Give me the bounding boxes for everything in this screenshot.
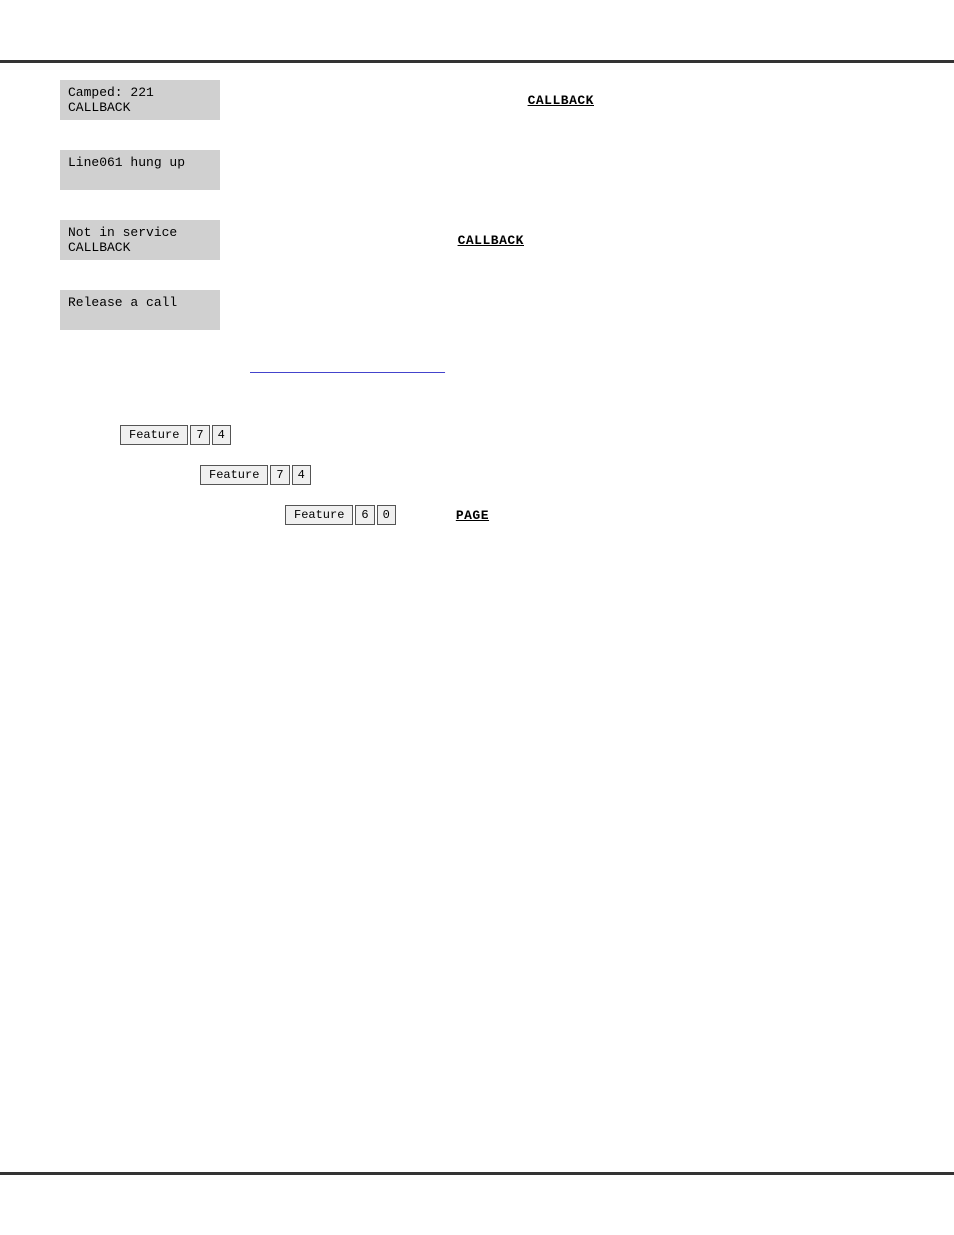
not-in-service-section: Not in service CALLBACK CALLBACK — [0, 220, 954, 260]
page-link[interactable]: PAGE — [456, 508, 489, 523]
feature-row-2-container: Feature 7 4 — [0, 465, 954, 485]
feature-key1-3[interactable]: 6 — [355, 505, 374, 525]
camped-line2: CALLBACK — [68, 100, 212, 115]
feature-key2-3[interactable]: 0 — [377, 505, 396, 525]
not-in-service-callback-link[interactable]: CALLBACK — [458, 233, 524, 248]
feature-button-3[interactable]: Feature — [285, 505, 353, 525]
blue-underline-link[interactable] — [250, 360, 445, 375]
release-call-status-box: Release a call — [60, 290, 220, 330]
not-in-service-line2: CALLBACK — [68, 240, 212, 255]
top-border — [0, 60, 954, 63]
feature-button-2[interactable]: Feature — [200, 465, 268, 485]
not-in-service-status-box: Not in service CALLBACK — [60, 220, 220, 260]
feature-row-1-container: Feature 7 4 — [0, 425, 954, 445]
feature-row-3-container: Feature 6 0 PAGE — [0, 505, 954, 525]
release-call-line1: Release a call — [68, 295, 212, 310]
bottom-border — [0, 1172, 954, 1175]
blue-link-row — [0, 360, 954, 375]
line061-status-box: Line061 hung up — [60, 150, 220, 190]
line061-section: Line061 hung up — [0, 150, 954, 190]
not-in-service-line1: Not in service — [68, 225, 212, 240]
feature-key1-2[interactable]: 7 — [270, 465, 289, 485]
release-call-section: Release a call — [0, 290, 954, 330]
feature-button-1[interactable]: Feature — [120, 425, 188, 445]
camped-status-box: Camped: 221 CALLBACK — [60, 80, 220, 120]
feature-key1-1[interactable]: 7 — [190, 425, 209, 445]
feature-key2-1[interactable]: 4 — [212, 425, 231, 445]
camped-callback-link[interactable]: CALLBACK — [528, 93, 594, 108]
line061-line1: Line061 hung up — [68, 155, 212, 170]
camped-section: Camped: 221 CALLBACK CALLBACK — [0, 80, 954, 120]
camped-line1: Camped: 221 — [68, 85, 212, 100]
feature-key2-2[interactable]: 4 — [292, 465, 311, 485]
